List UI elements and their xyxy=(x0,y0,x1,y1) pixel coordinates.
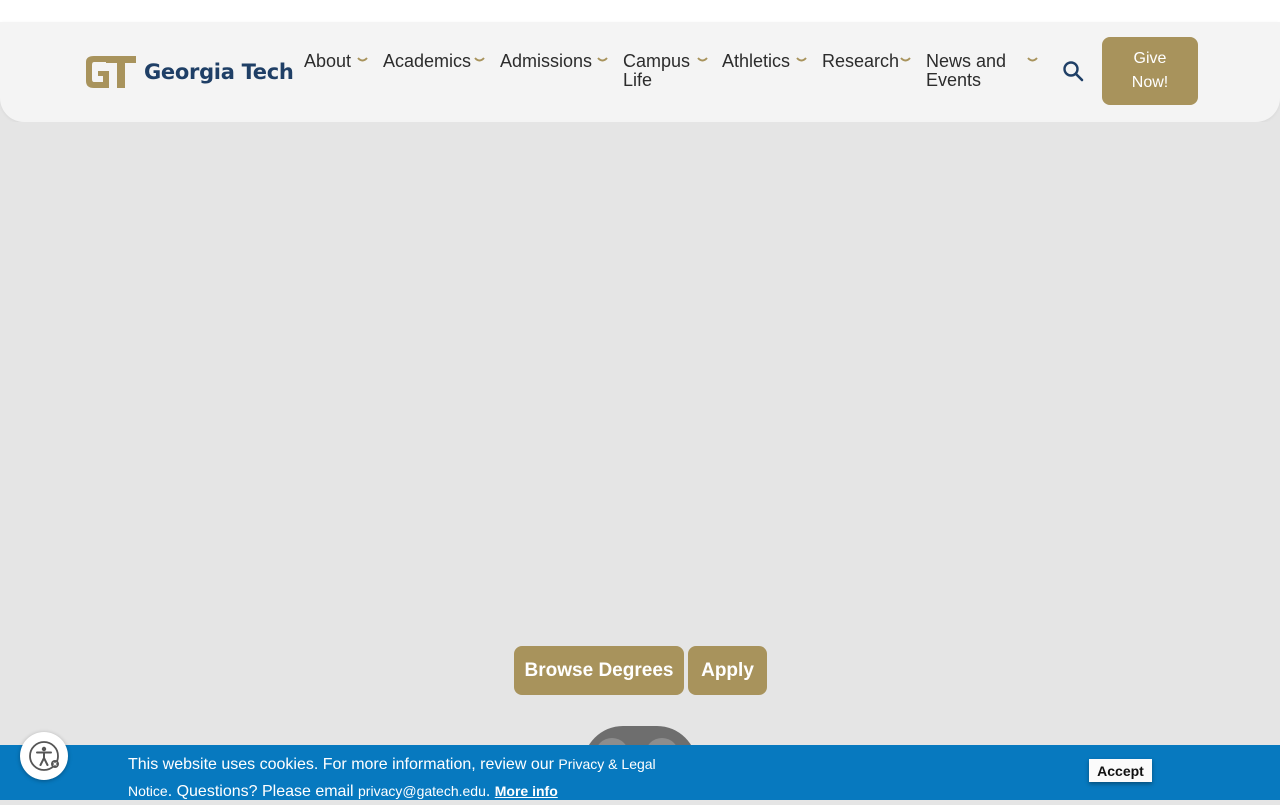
apply-button[interactable]: Apply xyxy=(688,646,767,695)
chevron-down-icon xyxy=(796,57,807,62)
nav-label-campus-life-line1: Campus xyxy=(623,51,691,71)
chevron-down-icon xyxy=(900,57,911,62)
give-now-button[interactable]: Give Now! xyxy=(1102,37,1198,105)
nav-label-news-line2: Events xyxy=(926,70,982,90)
main-nav: About Academics Admissions Campus Life A… xyxy=(0,22,1280,122)
browse-degrees-button[interactable]: Browse Degrees xyxy=(514,646,684,695)
cookie-text-questions: . Questions? Please email xyxy=(167,783,359,800)
chevron-down-icon xyxy=(1027,57,1038,62)
nav-item-admissions[interactable]: Admissions xyxy=(500,51,608,71)
search-icon[interactable] xyxy=(1062,60,1084,82)
chevron-down-icon xyxy=(697,57,708,62)
nav-label-news-line1: News and xyxy=(926,51,1007,71)
nav-label-research: Research xyxy=(822,51,900,71)
privacy-legal-link[interactable]: Privacy & Legal xyxy=(558,756,655,772)
nav-item-news-and-events[interactable]: News and Events xyxy=(926,51,1038,90)
nav-label-athletics: Athletics xyxy=(722,51,791,71)
privacy-email[interactable]: privacy@gatech.edu xyxy=(358,783,486,799)
cookie-text-intro: This website uses cookies. For more info… xyxy=(128,756,559,773)
accept-cookies-button[interactable]: Accept xyxy=(1089,759,1152,782)
cookie-text-period: . xyxy=(485,783,495,800)
more-info-link[interactable]: More info xyxy=(495,783,558,799)
chevron-down-icon xyxy=(357,57,368,62)
nav-label-admissions: Admissions xyxy=(500,51,593,71)
nav-label-academics: Academics xyxy=(383,51,472,71)
nav-label-campus-life-line2: Life xyxy=(623,70,653,90)
notice-link[interactable]: Notice xyxy=(128,783,168,799)
nav-item-about[interactable]: About xyxy=(304,51,368,71)
cookie-message: This website uses cookies. For more info… xyxy=(128,751,688,805)
accessibility-icon xyxy=(29,741,59,771)
site-header: Georgia Tech About Academics Admissions … xyxy=(0,22,1280,122)
nav-item-research[interactable]: Research xyxy=(822,51,911,71)
nav-item-campus-life[interactable]: Campus Life xyxy=(623,51,708,90)
top-strip xyxy=(0,0,1280,22)
nav-label-about: About xyxy=(304,51,352,71)
nav-item-athletics[interactable]: Athletics xyxy=(722,51,807,71)
chevron-down-icon xyxy=(474,57,485,62)
nav-item-academics[interactable]: Academics xyxy=(383,51,485,71)
accessibility-button[interactable] xyxy=(20,732,68,780)
chevron-down-icon xyxy=(597,57,608,62)
cookie-banner: This website uses cookies. For more info… xyxy=(0,745,1280,800)
